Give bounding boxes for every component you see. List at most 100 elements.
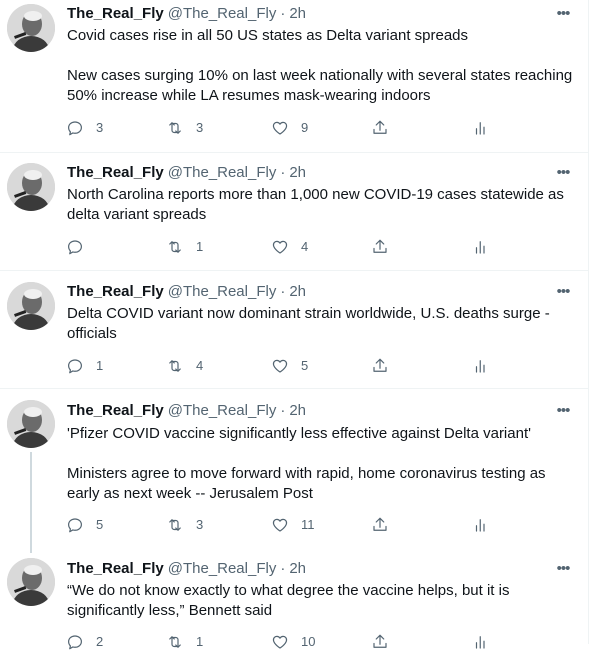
avatar[interactable]	[7, 282, 55, 330]
tweet-header: The_Real_Fly @The_Real_Fly · 2h	[67, 163, 306, 183]
retweet-icon	[169, 360, 181, 372]
heart-icon	[272, 359, 288, 373]
username[interactable]: @The_Real_Fly	[168, 164, 277, 181]
share-button[interactable]	[371, 515, 389, 535]
share-button[interactable]	[371, 237, 389, 257]
share-button[interactable]	[371, 356, 389, 376]
retweet-button[interactable]: 4	[166, 356, 203, 376]
like-button[interactable]: 4	[271, 237, 308, 257]
analytics-button[interactable]	[472, 632, 490, 652]
reply-button[interactable]: 5	[66, 515, 103, 535]
retweet-count: 4	[196, 358, 204, 373]
tweet-text-line: 'Pfizer COVID vaccine significantly less…	[67, 425, 531, 442]
reply-icon	[68, 121, 82, 136]
analytics-icon	[475, 636, 485, 649]
like-button[interactable]: 11	[271, 515, 315, 535]
tweet-actions: 5 3 11	[66, 515, 496, 535]
reply-button[interactable]: 3	[66, 118, 103, 138]
timeline: The_Real_Fly @The_Real_Fly · 2h ••• Covid c…	[0, 0, 589, 650]
timestamp[interactable]: 2h	[289, 164, 306, 181]
avatar[interactable]	[7, 558, 55, 606]
share-icon	[373, 239, 387, 253]
display-name[interactable]: The_Real_Fly	[67, 5, 164, 22]
retweet-button[interactable]: 3	[166, 515, 203, 535]
retweet-button[interactable]: 1	[166, 632, 203, 652]
reply-icon	[68, 635, 82, 650]
like-count: 10	[301, 634, 316, 649]
analytics-button[interactable]	[472, 118, 490, 138]
display-name[interactable]: The_Real_Fly	[67, 164, 164, 181]
heart-icon	[272, 518, 288, 532]
share-icon	[373, 120, 387, 134]
reply-count: 3	[96, 120, 104, 135]
retweet-count: 3	[196, 120, 204, 135]
tweet[interactable]: The_Real_Fly @The_Real_Fly · 2h ••• “We do …	[0, 547, 588, 650]
tweet[interactable]: The_Real_Fly @The_Real_Fly · 2h ••• Covid c…	[0, 0, 588, 153]
more-icon[interactable]: •••	[553, 282, 573, 302]
reply-button[interactable]	[66, 237, 96, 257]
retweet-icon	[169, 122, 181, 134]
tweet-text-line: Ministers agree to move forward with rap…	[67, 465, 546, 502]
reply-icon	[68, 240, 82, 255]
reply-button[interactable]: 2	[66, 632, 103, 652]
tweet-actions: 1 4	[66, 237, 496, 257]
more-icon[interactable]: •••	[553, 401, 573, 421]
display-name[interactable]: The_Real_Fly	[67, 560, 164, 577]
reply-count: 5	[96, 517, 104, 532]
tweet-text-line: Covid cases rise in all 50 US states as …	[67, 27, 469, 44]
retweet-button[interactable]: 3	[166, 118, 203, 138]
tweet[interactable]: The_Real_Fly @The_Real_Fly · 2h ••• North C…	[0, 153, 588, 271]
tweet[interactable]: The_Real_Fly @The_Real_Fly · 2h ••• 'Pfizer…	[0, 389, 588, 553]
analytics-button[interactable]	[472, 356, 490, 376]
timestamp[interactable]: 2h	[289, 402, 306, 419]
tweet-header: The_Real_Fly @The_Real_Fly · 2h	[67, 401, 306, 421]
analytics-icon	[475, 519, 485, 532]
separator: ·	[280, 402, 286, 419]
more-icon[interactable]: •••	[553, 4, 573, 24]
share-button[interactable]	[371, 118, 389, 138]
share-icon	[373, 517, 387, 531]
retweet-count: 3	[196, 517, 204, 532]
avatar[interactable]	[7, 4, 55, 52]
tweet-text-line: New cases surging 10% on last week natio…	[67, 67, 573, 104]
separator: ·	[280, 5, 286, 22]
like-button[interactable]: 10	[271, 632, 315, 652]
share-icon	[373, 634, 387, 648]
retweet-icon	[169, 241, 181, 253]
separator: ·	[280, 164, 286, 181]
username[interactable]: @The_Real_Fly	[168, 5, 277, 22]
reply-count: 2	[96, 634, 104, 649]
avatar[interactable]	[7, 163, 55, 211]
username[interactable]: @The_Real_Fly	[168, 402, 277, 419]
separator: ·	[280, 560, 286, 577]
analytics-button[interactable]	[472, 515, 490, 535]
display-name[interactable]: The_Real_Fly	[67, 283, 164, 300]
avatar[interactable]	[7, 400, 55, 448]
more-icon[interactable]: •••	[553, 559, 573, 579]
timestamp[interactable]: 2h	[289, 283, 306, 300]
tweet-text: North Carolina reports more than 1,000 n…	[67, 185, 577, 225]
heart-icon	[272, 121, 288, 135]
username[interactable]: @The_Real_Fly	[168, 283, 277, 300]
share-button[interactable]	[371, 632, 389, 652]
thread-connector	[30, 452, 32, 553]
timestamp[interactable]: 2h	[289, 560, 306, 577]
retweet-button[interactable]: 1	[166, 237, 203, 257]
like-count: 4	[301, 239, 309, 254]
like-button[interactable]: 9	[271, 118, 308, 138]
timestamp[interactable]: 2h	[289, 5, 306, 22]
reply-count: 1	[96, 358, 104, 373]
retweet-icon	[169, 636, 181, 648]
display-name[interactable]: The_Real_Fly	[67, 402, 164, 419]
username[interactable]: @The_Real_Fly	[168, 560, 277, 577]
analytics-button[interactable]	[472, 237, 490, 257]
separator: ·	[280, 283, 286, 300]
tweet-header: The_Real_Fly @The_Real_Fly · 2h	[67, 4, 306, 24]
tweet[interactable]: The_Real_Fly @The_Real_Fly · 2h ••• Delta C…	[0, 271, 588, 389]
reply-button[interactable]: 1	[66, 356, 103, 376]
like-button[interactable]: 5	[271, 356, 308, 376]
share-icon	[373, 358, 387, 372]
retweet-icon	[169, 519, 181, 531]
more-icon[interactable]: •••	[553, 163, 573, 183]
tweet-text-line: Delta COVID variant now dominant strain …	[67, 305, 550, 342]
